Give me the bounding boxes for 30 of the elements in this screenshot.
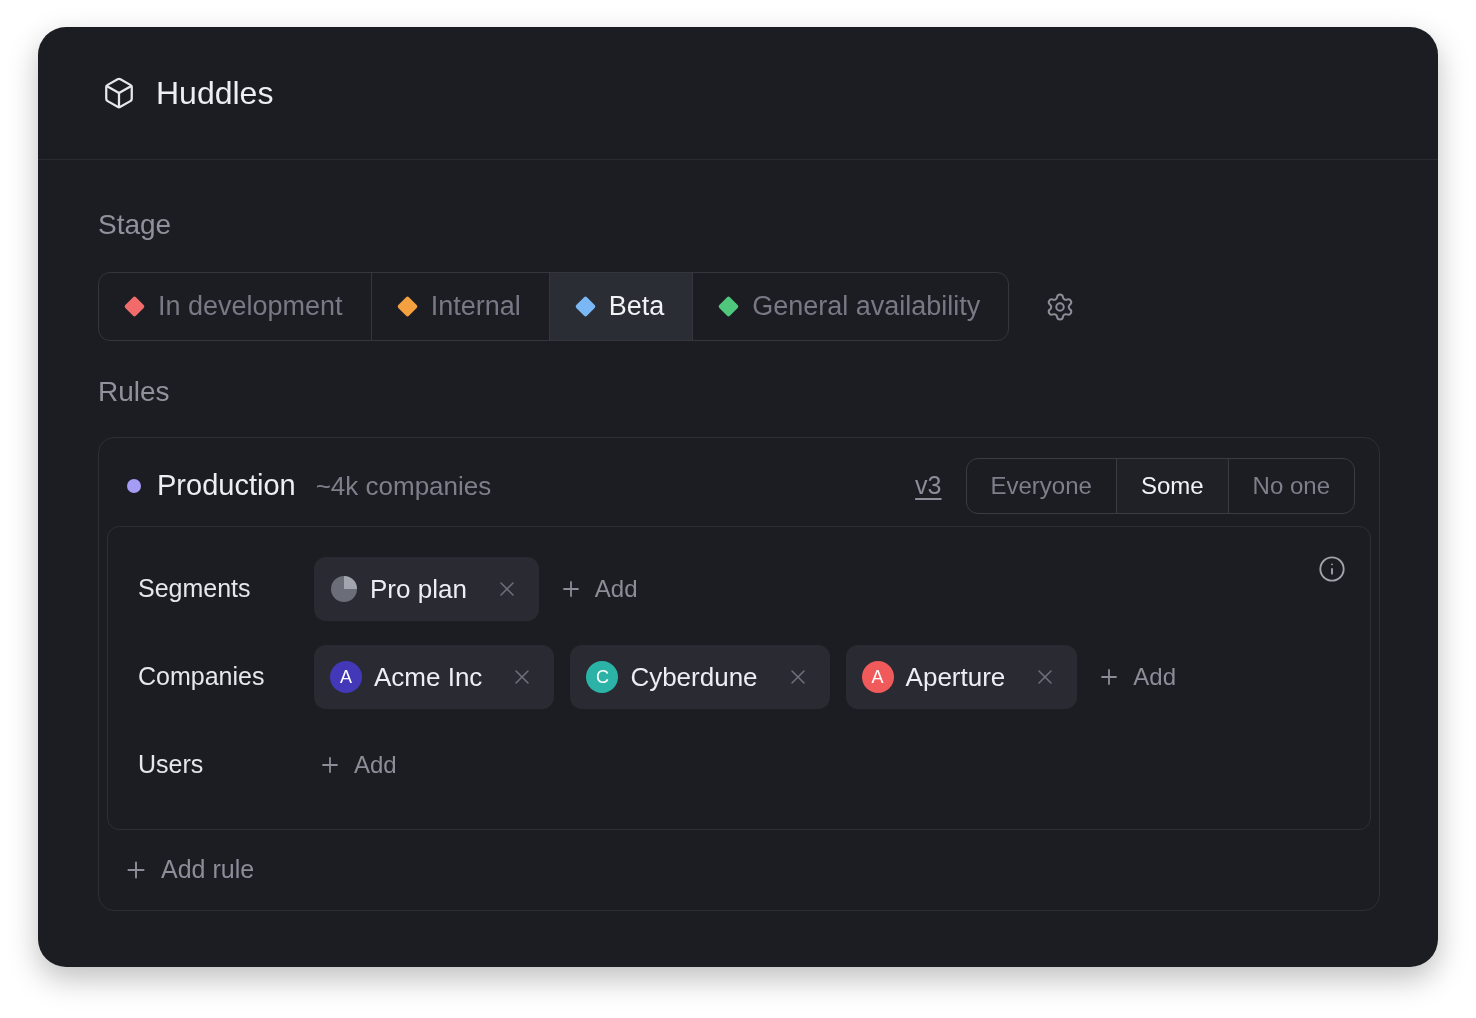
rule-count: ~4k companies xyxy=(315,469,492,503)
audience-tab[interactable]: No one xyxy=(1228,459,1354,513)
cube-icon xyxy=(102,76,136,110)
pie-chart-icon xyxy=(330,575,358,603)
info-icon xyxy=(1318,555,1346,583)
company-avatar: A xyxy=(330,661,362,693)
company-avatar: C xyxy=(586,661,619,693)
audience-tab[interactable]: Some xyxy=(1116,459,1229,513)
add-button[interactable]: Add xyxy=(554,557,642,621)
add-rule-button[interactable]: Add rule xyxy=(107,830,255,910)
chip-label: Acme Inc xyxy=(374,660,483,694)
condition-label: Users xyxy=(138,749,205,781)
stage-tab[interactable]: General availability xyxy=(693,273,1009,340)
section-label: Stage xyxy=(98,208,173,242)
version-link[interactable]: v3 xyxy=(915,467,942,505)
condition-label: Segments xyxy=(138,573,252,605)
rule-name: Production xyxy=(157,468,296,504)
stage-tab[interactable]: Internal xyxy=(371,273,550,340)
chip-label: Cyberdune xyxy=(630,660,758,694)
condition-label: Companies xyxy=(138,661,266,693)
section-label: Rules xyxy=(98,375,171,409)
company-avatar: A xyxy=(861,661,894,693)
stage-tab[interactable]: Beta xyxy=(549,273,694,340)
audience-tab[interactable]: Everyone xyxy=(966,459,1117,513)
chip-label: Aperture xyxy=(905,660,1006,694)
add-button[interactable]: Add xyxy=(1093,645,1180,709)
stage-tab[interactable]: In development xyxy=(99,273,372,340)
add-button[interactable]: Add xyxy=(314,733,401,797)
chip-label: Pro plan xyxy=(370,572,467,606)
window-title: Huddles xyxy=(156,74,274,113)
